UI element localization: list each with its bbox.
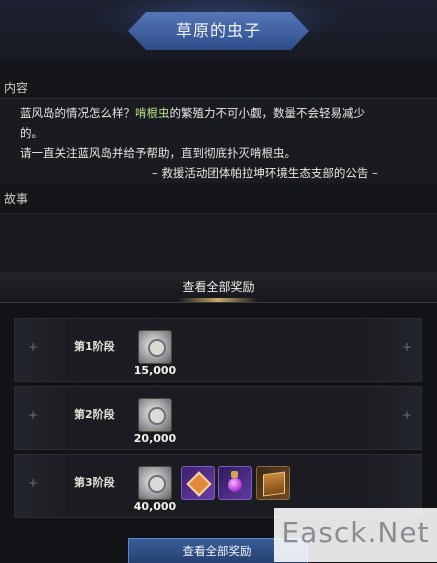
emblem-icon[interactable] xyxy=(181,466,215,500)
content-section-label: 内容 xyxy=(4,81,29,95)
plus-ornament-icon: + xyxy=(28,340,39,354)
story-box xyxy=(0,213,437,272)
rewards-title: 查看全部奖励 xyxy=(182,280,255,294)
silver-coin-icon[interactable] xyxy=(138,330,172,364)
silver-coin-icon[interactable] xyxy=(138,398,172,432)
content-signature: – 救援活动团体帕拉坤环境生态支部的公告 – xyxy=(152,166,378,180)
purple-vial-icon[interactable] xyxy=(218,466,252,500)
stage-1-amount: 15,000 xyxy=(133,364,177,377)
plus-ornament-icon: + xyxy=(28,476,39,490)
dialog-title: 草原的虫子 xyxy=(175,21,261,40)
stage-1-label: 第1阶段 xyxy=(74,340,115,353)
silver-coin-icon[interactable] xyxy=(138,466,172,500)
highlight-bug-name: 啃根虫 xyxy=(135,106,170,120)
plus-ornament-icon: + xyxy=(402,340,413,354)
watermark-text: Easck.Net xyxy=(281,516,430,549)
stage-2-amount: 20,000 xyxy=(133,432,177,445)
stage-3-label: 第3阶段 xyxy=(74,476,115,489)
story-section-label: 故事 xyxy=(4,192,29,206)
content-line-1: 蓝风岛的情况怎么样？啃根虫的繁殖力不可小觑，数量不会轻易减少 xyxy=(20,105,365,121)
stage-2-label: 第2阶段 xyxy=(74,408,115,421)
header-ornament xyxy=(178,298,258,302)
content-line-1-a: 蓝风岛的情况怎么样？ xyxy=(20,106,135,120)
stage-3-amount: 40,000 xyxy=(133,500,177,513)
plus-ornament-icon: + xyxy=(402,408,413,422)
plus-ornament-icon: + xyxy=(28,408,39,422)
content-line-3: 请一直关注蓝风岛并给予帮助，直到彻底扑灭啃根虫。 xyxy=(20,146,296,160)
content-line-2: 的。 xyxy=(20,126,43,140)
content-line-1-b: 的繁殖力不可小觑，数量不会轻易减少 xyxy=(169,106,366,120)
book-icon[interactable] xyxy=(256,466,290,500)
